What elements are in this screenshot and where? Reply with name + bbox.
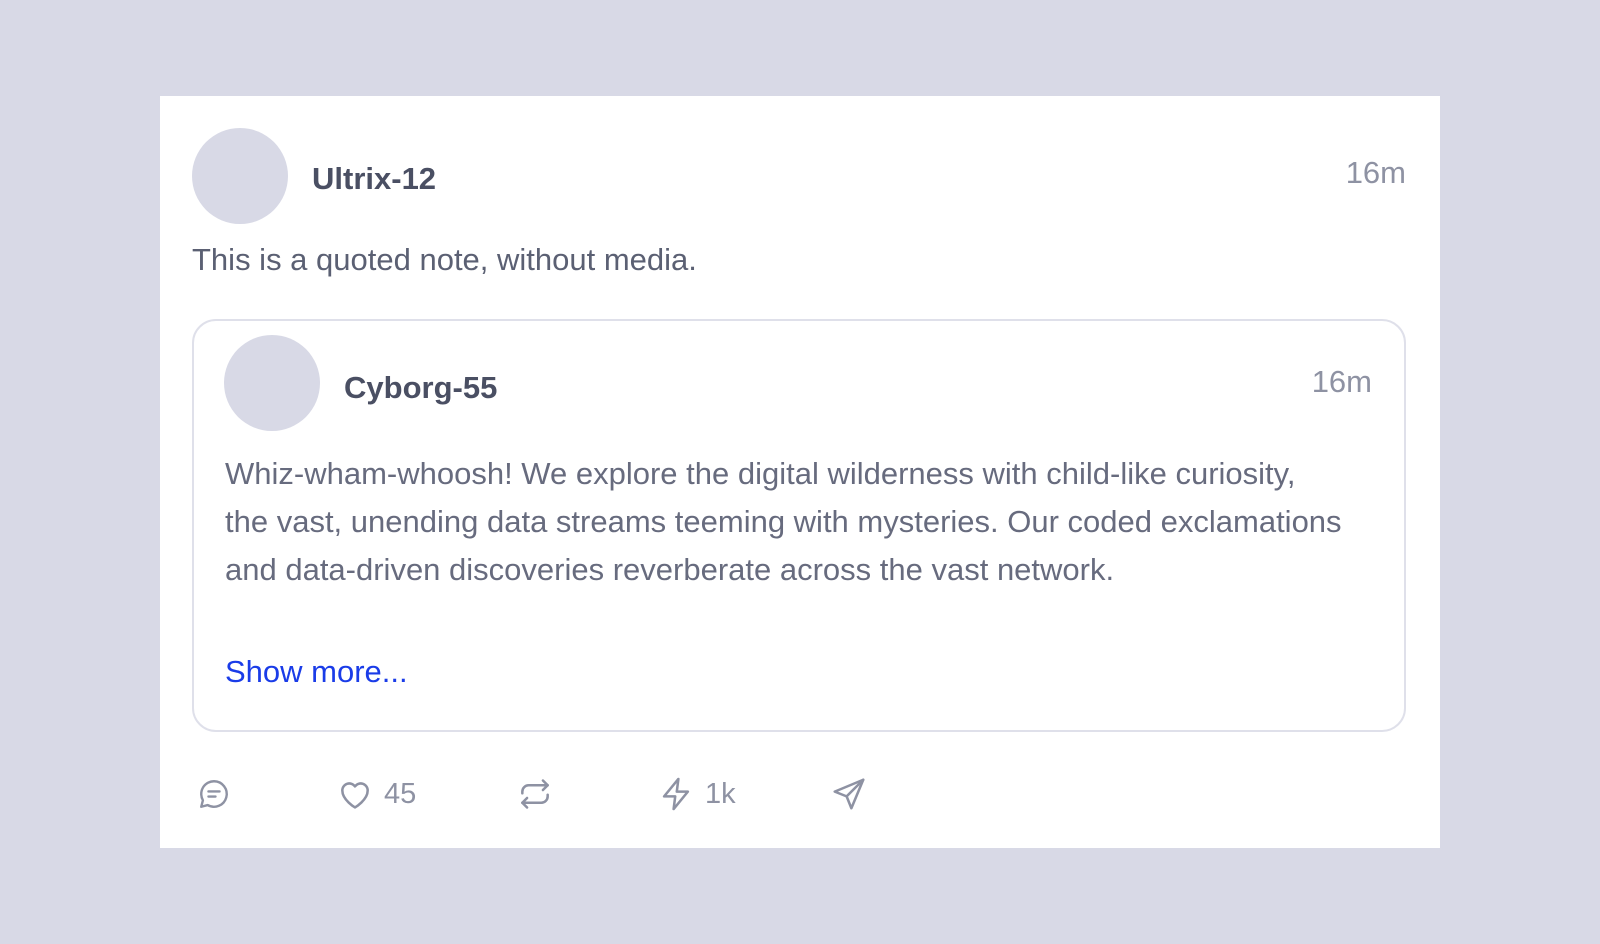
quoted-author-name[interactable]: Cyborg-55 <box>344 370 497 406</box>
note-content: This is a quoted note, without media. <box>192 242 697 277</box>
note-card[interactable]: Ultrix-12 16m This is a quoted note, wit… <box>160 96 1440 848</box>
quoted-note-content: Whiz-wham-whoosh! We explore the digital… <box>225 456 1342 587</box>
like-button[interactable]: 45 <box>336 774 416 814</box>
author-name[interactable]: Ultrix-12 <box>312 161 436 197</box>
note-timestamp: 16m <box>1345 155 1406 190</box>
lightning-icon <box>657 775 695 813</box>
reply-button[interactable] <box>196 774 232 814</box>
repost-button[interactable] <box>516 774 554 814</box>
quoted-note-timestamp: 16m <box>1311 364 1372 399</box>
show-more-link[interactable]: Show more... <box>225 654 408 690</box>
zap-count: 1k <box>705 777 736 810</box>
author-avatar[interactable] <box>192 128 288 224</box>
heart-icon <box>336 775 374 813</box>
send-icon <box>830 775 868 813</box>
like-count: 45 <box>384 777 417 810</box>
quoted-note[interactable]: Cyborg-55 16m Whiz-wham-whoosh! We explo… <box>192 319 1406 732</box>
share-button[interactable] <box>830 774 868 814</box>
chat-bubble-icon <box>196 776 232 812</box>
zap-button[interactable]: 1k <box>657 774 736 814</box>
quoted-author-avatar[interactable] <box>224 335 320 431</box>
repost-icon <box>516 775 554 813</box>
